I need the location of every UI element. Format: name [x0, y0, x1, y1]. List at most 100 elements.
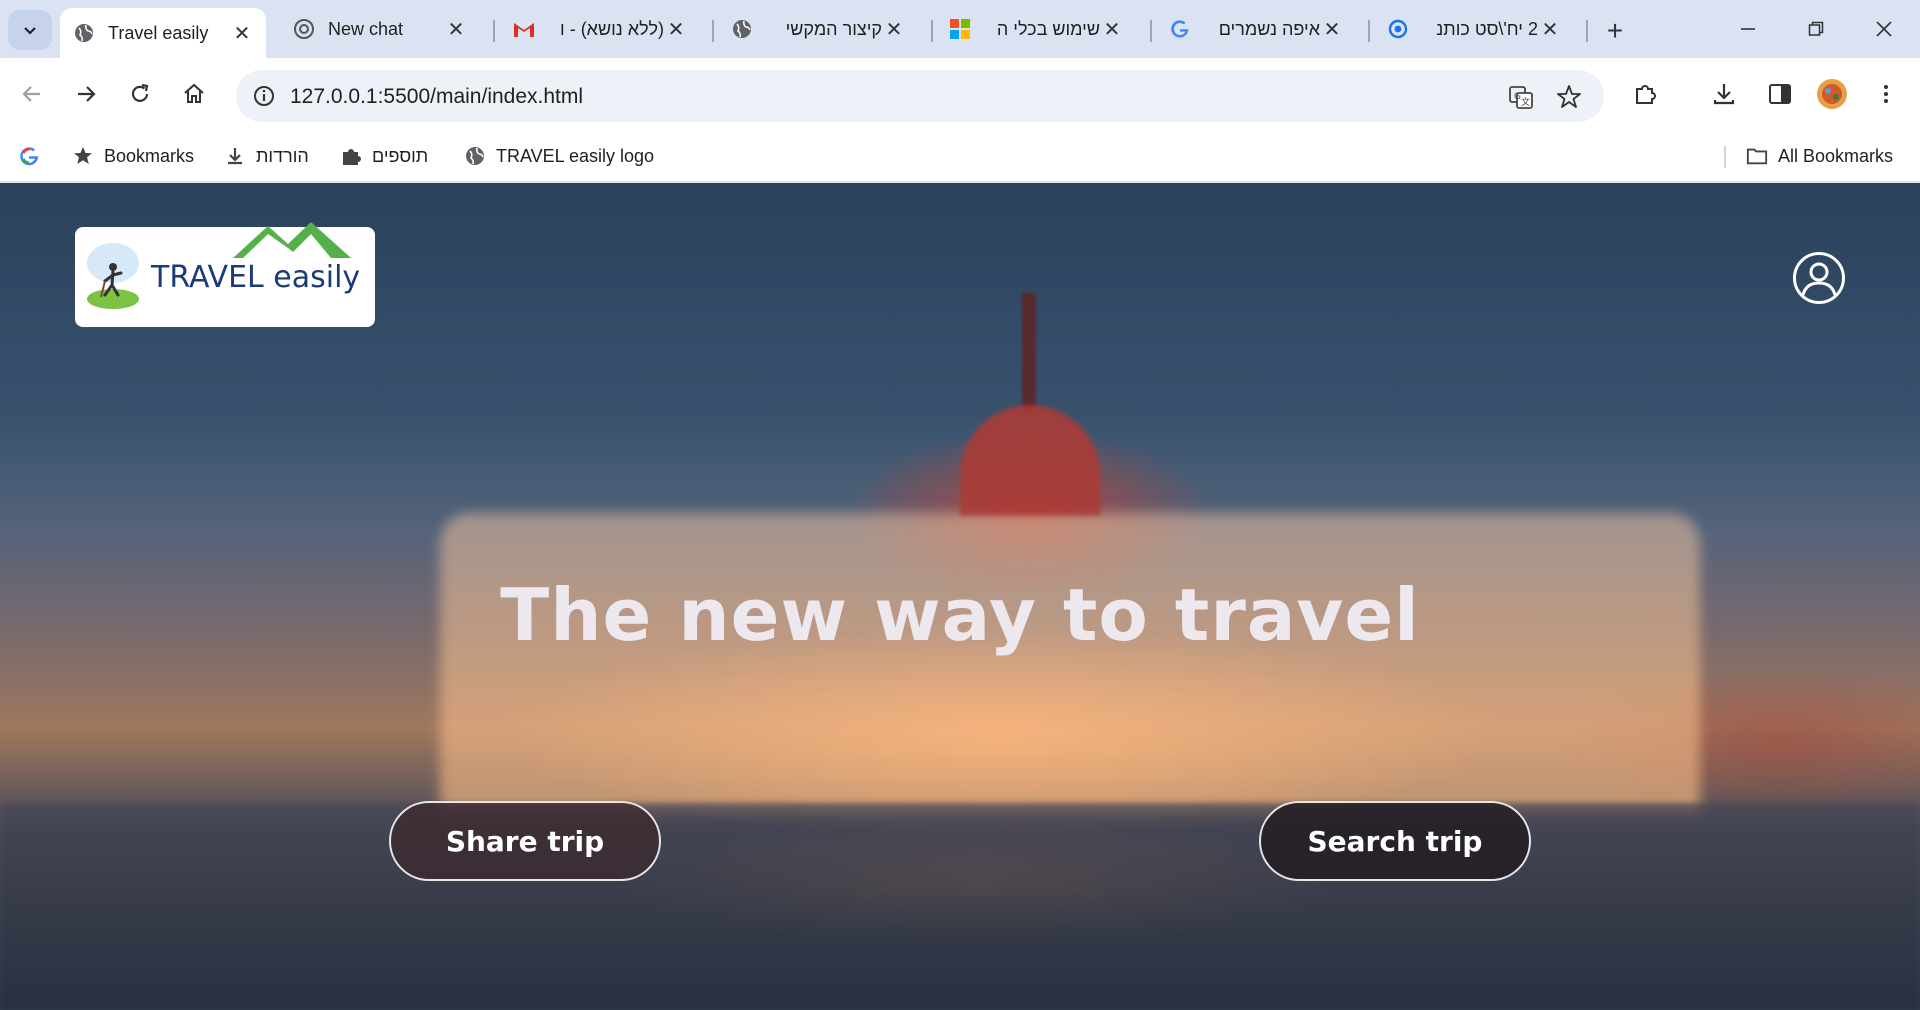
- reload-button[interactable]: [122, 76, 158, 112]
- bookmarks-bar: Bookmarks הורדות תוספים TRAVEL easily lo…: [0, 130, 1920, 182]
- side-panel-button[interactable]: [1762, 76, 1798, 112]
- extensions-button[interactable]: [1628, 76, 1664, 112]
- close-icon[interactable]: ✕: [1100, 17, 1124, 41]
- bookmarks-separator: [1724, 146, 1726, 168]
- puzzle-icon: [340, 145, 362, 167]
- bookmark-bookmarks[interactable]: Bookmarks: [72, 140, 194, 172]
- tab-separator: [1368, 20, 1370, 42]
- tab-title: Travel easily: [108, 22, 209, 43]
- tab-separator: [1150, 20, 1152, 42]
- tab-search-button[interactable]: [8, 10, 52, 50]
- restore-button[interactable]: [1784, 8, 1848, 50]
- arrow-right-icon: [78, 86, 96, 102]
- arrow-left-icon: [22, 86, 40, 102]
- hero-background-spire: [1022, 293, 1036, 413]
- user-account-button[interactable]: [1792, 251, 1846, 305]
- tab-title: 2 יח'\סט כותנ: [1436, 18, 1538, 39]
- minimize-button[interactable]: [1716, 8, 1780, 50]
- site-logo[interactable]: TRAVEL easily: [75, 221, 375, 327]
- globe-icon: [72, 21, 96, 45]
- share-trip-button[interactable]: Share trip: [389, 801, 661, 881]
- mountains-icon: [233, 221, 351, 258]
- hero-background-river: [0, 803, 1920, 1010]
- browser-menu-button[interactable]: [1868, 76, 1904, 112]
- google-icon: [18, 145, 40, 167]
- all-bookmarks-button[interactable]: All Bookmarks: [1746, 140, 1893, 172]
- tab-shortcuts[interactable]: קיצור המקשי ✕: [718, 8, 918, 50]
- downloads-button[interactable]: [1706, 76, 1742, 112]
- gmail-icon: [512, 17, 536, 41]
- star-icon: [72, 145, 94, 167]
- bookmark-label: הורדות: [256, 145, 309, 166]
- google-shortcut[interactable]: [18, 140, 50, 172]
- tab-microsoft[interactable]: שימוש בכלי ה ✕: [936, 8, 1136, 50]
- more-vertical-icon: [1884, 85, 1888, 103]
- forward-button[interactable]: [68, 76, 104, 112]
- tab-title: שימוש בכלי ה: [996, 18, 1100, 39]
- chatgpt-icon: [292, 17, 316, 41]
- web-page: TRAVEL easily The new way to travel Shar…: [0, 183, 1920, 1010]
- tab-title: קיצור המקשי: [785, 18, 882, 39]
- site-info-icon[interactable]: [246, 78, 282, 114]
- microsoft-icon: [948, 17, 972, 41]
- globe-icon: [730, 17, 754, 41]
- bookmark-label: TRAVEL easily logo: [496, 145, 655, 166]
- address-bar[interactable]: 127.0.0.1:5500/main/index.html G文: [236, 70, 1604, 122]
- eye-icon: [1386, 17, 1410, 41]
- browser-toolbar: 127.0.0.1:5500/main/index.html G文: [0, 58, 1920, 130]
- tab-separator: [712, 20, 714, 42]
- profile-avatar[interactable]: [1814, 76, 1850, 112]
- user-icon: [1793, 252, 1845, 304]
- restore-icon: [1808, 21, 1824, 36]
- folder-icon: [1746, 145, 1768, 167]
- tab-strip: Travel easily ✕ New chat ✕ (ללא נושא) - …: [0, 0, 1920, 58]
- hero-headline: The new way to travel: [500, 573, 1420, 657]
- close-icon: [1876, 21, 1892, 37]
- bookmark-extensions[interactable]: תוספים: [340, 140, 428, 172]
- tab-new-chat[interactable]: New chat ✕: [280, 8, 480, 50]
- tab-cotton-set[interactable]: 2 יח'\סט כותנ ✕: [1374, 8, 1574, 50]
- download-icon: [224, 145, 246, 167]
- bookmark-downloads[interactable]: הורדות: [224, 140, 309, 172]
- home-button[interactable]: [176, 76, 212, 112]
- bookmark-travel-easily-logo[interactable]: TRAVEL easily logo: [464, 140, 654, 172]
- plus-icon: +: [1606, 15, 1624, 46]
- bookmark-label: תוספים: [372, 145, 429, 166]
- back-button[interactable]: [14, 76, 50, 112]
- tab-separator: [493, 20, 495, 42]
- tab-gmail[interactable]: (ללא נושא) - ו ✕: [500, 8, 700, 50]
- close-icon[interactable]: ✕: [882, 17, 906, 41]
- url-text[interactable]: 127.0.0.1:5500/main/index.html: [290, 85, 583, 109]
- close-icon[interactable]: ✕: [444, 17, 468, 41]
- new-tab-button[interactable]: +: [1598, 14, 1632, 48]
- bookmark-label: Bookmarks: [104, 145, 195, 166]
- bookmark-star-icon[interactable]: [1554, 82, 1584, 112]
- puzzle-icon: [1636, 85, 1656, 104]
- google-icon: [1168, 17, 1192, 41]
- tab-google[interactable]: איפה נשמרים ✕: [1156, 8, 1356, 50]
- tab-title: (ללא נושא) - ו: [560, 18, 664, 39]
- hero-background-building: [440, 513, 1700, 813]
- globe-icon: [464, 145, 486, 167]
- home-icon: [184, 83, 204, 103]
- close-icon[interactable]: ✕: [664, 17, 688, 41]
- tab-title: New chat: [328, 18, 404, 39]
- close-icon[interactable]: ✕: [1538, 17, 1562, 41]
- translate-icon[interactable]: G文: [1506, 82, 1536, 112]
- tab-separator: [931, 20, 933, 42]
- minimize-icon: [1741, 28, 1755, 30]
- close-window-button[interactable]: [1852, 8, 1916, 50]
- search-trip-button[interactable]: Search trip: [1259, 801, 1531, 881]
- tab-travel-easily[interactable]: Travel easily ✕: [60, 8, 266, 58]
- side-panel-icon: [1769, 84, 1791, 104]
- svg-text:G: G: [1514, 92, 1521, 102]
- svg-text:文: 文: [1521, 96, 1530, 108]
- hiker-logo-icon: [87, 243, 139, 309]
- avatar: [1817, 79, 1847, 109]
- close-icon[interactable]: ✕: [230, 21, 254, 45]
- download-icon: [1713, 84, 1735, 105]
- close-icon[interactable]: ✕: [1320, 17, 1344, 41]
- bookmark-label: All Bookmarks: [1778, 145, 1894, 166]
- logo-text: TRAVEL easily: [151, 259, 361, 295]
- tab-title: איפה נשמרים: [1218, 18, 1320, 39]
